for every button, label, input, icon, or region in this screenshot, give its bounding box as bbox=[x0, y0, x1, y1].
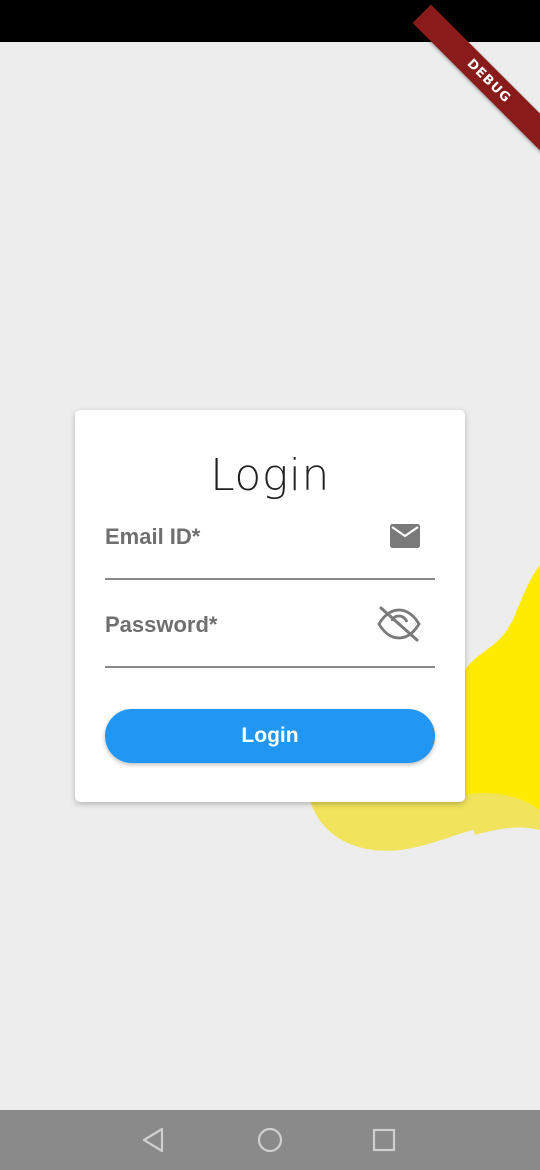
login-card: Login Email ID* Password* Login bbox=[75, 410, 465, 802]
navigation-bar bbox=[0, 1110, 540, 1170]
login-screen: DEBUG Login Email ID* Password* Login bbox=[0, 0, 540, 1170]
home-circle-icon[interactable] bbox=[254, 1124, 286, 1156]
login-button[interactable]: Login bbox=[105, 709, 435, 763]
password-field-label: Password* bbox=[105, 612, 218, 637]
email-field-label: Email ID* bbox=[105, 524, 201, 549]
visibility-off-icon[interactable] bbox=[375, 604, 423, 649]
email-field[interactable]: Email ID* bbox=[105, 520, 435, 580]
login-title: Login bbox=[210, 450, 330, 501]
password-field[interactable]: Password* bbox=[105, 606, 435, 668]
back-triangle-icon[interactable] bbox=[138, 1124, 170, 1156]
login-button-label: Login bbox=[241, 724, 299, 747]
recents-square-icon[interactable] bbox=[368, 1124, 400, 1156]
mail-icon bbox=[389, 522, 421, 555]
